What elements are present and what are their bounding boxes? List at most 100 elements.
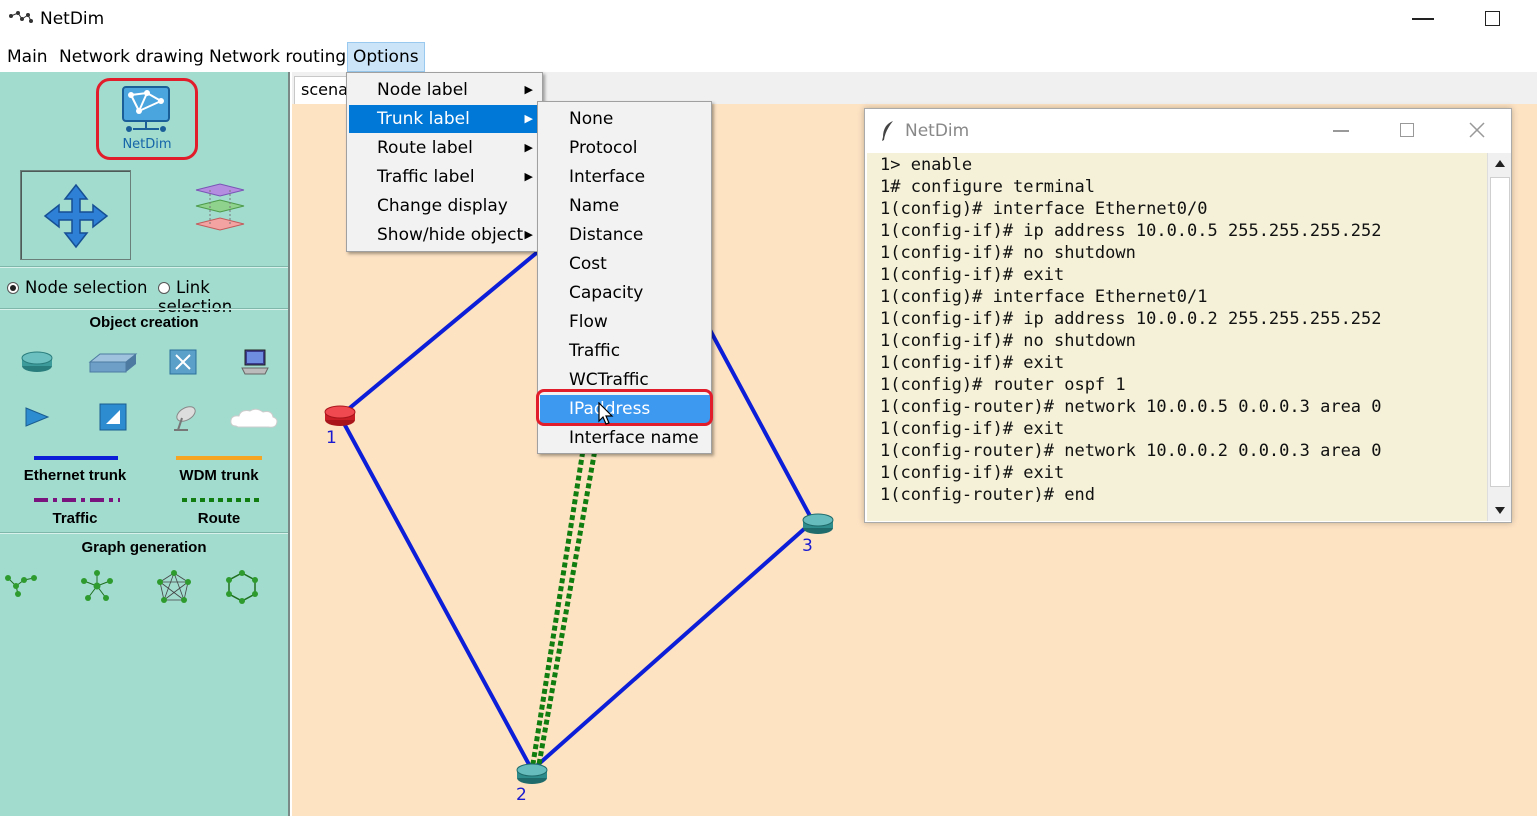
terminal-output[interactable]: 1> enable 1# configure terminal 1(config… bbox=[867, 153, 1487, 521]
trunk-label-cost[interactable]: Cost bbox=[540, 250, 710, 278]
router-node-2[interactable] bbox=[516, 763, 548, 784]
traffic-line[interactable] bbox=[34, 497, 120, 503]
menu-item-change-display[interactable]: Change display bbox=[349, 192, 541, 220]
separator bbox=[0, 532, 288, 534]
oxc-icon[interactable] bbox=[168, 348, 198, 376]
menu-network-routing[interactable]: Network routing bbox=[204, 42, 351, 72]
terminal-close-button[interactable] bbox=[1469, 122, 1485, 138]
menu-main[interactable]: Main bbox=[2, 42, 53, 72]
ethernet-trunk-line[interactable] bbox=[34, 456, 118, 460]
ethernet-trunk[interactable] bbox=[338, 248, 542, 418]
ring-graph-icon[interactable] bbox=[224, 570, 260, 604]
menu-options[interactable]: Options bbox=[347, 42, 425, 72]
terminal-line: 1(config-router)# end bbox=[880, 485, 1095, 505]
full-mesh-graph-icon[interactable] bbox=[156, 570, 192, 604]
star-graph-icon[interactable] bbox=[80, 570, 114, 602]
menu-item-route-label[interactable]: Route label ▶ bbox=[349, 134, 541, 162]
radio-link-label: Link selection bbox=[158, 278, 233, 316]
terminal-line: 1(config-if)# exit bbox=[880, 265, 1065, 285]
menu-network-drawing[interactable]: Network drawing bbox=[54, 42, 209, 72]
terminal-line: 1(config-if)# ip address 10.0.0.5 255.25… bbox=[880, 221, 1382, 241]
menu-item-text: Show/hide object bbox=[377, 225, 524, 245]
menu-item-show-hide-object[interactable]: Show/hide object ▶ bbox=[349, 221, 541, 249]
terminal-title-bar: NetDim bbox=[865, 109, 1511, 153]
menu-item-trunk-label[interactable]: Trunk label ▶ bbox=[349, 105, 541, 133]
netdim-app-icon bbox=[9, 11, 33, 23]
move-tool-button[interactable] bbox=[20, 170, 131, 260]
router-icon[interactable] bbox=[20, 350, 54, 374]
terminal-line: 1(config)# interface Ethernet0/1 bbox=[880, 287, 1208, 307]
trunk-label-flow[interactable]: Flow bbox=[540, 308, 710, 336]
tree-graph-icon[interactable] bbox=[4, 572, 38, 598]
terminal-minimize-button[interactable] bbox=[1333, 130, 1349, 132]
radio-dot-checked bbox=[7, 282, 19, 294]
left-toolbar-panel: NetDim Node selection Link selection Obj… bbox=[0, 72, 290, 816]
wdm-trunk-label: WDM trunk bbox=[179, 467, 259, 484]
terminal-window: NetDim 1> enable 1# configure terminal 1… bbox=[864, 108, 1512, 523]
trunk-label-traffic[interactable]: Traffic bbox=[540, 337, 710, 365]
ipaddress-highlight-outline bbox=[536, 389, 713, 426]
trunk-label-capacity[interactable]: Capacity bbox=[540, 279, 710, 307]
object-creation-title: Object creation bbox=[89, 314, 199, 331]
route-line[interactable] bbox=[182, 497, 262, 503]
node-label-1: 1 bbox=[326, 428, 337, 448]
menu-bar: Main Network drawing Network routing Opt… bbox=[0, 42, 1537, 72]
submenu-arrow-icon: ▶ bbox=[524, 228, 533, 241]
trunk-label-name[interactable]: Name bbox=[540, 192, 710, 220]
scroll-up-arrow-icon[interactable] bbox=[1494, 159, 1506, 169]
router-node-3[interactable] bbox=[802, 513, 834, 534]
menu-item-text: Trunk label bbox=[377, 109, 470, 129]
trunk-label-none[interactable]: None bbox=[540, 105, 710, 133]
ethernet-trunk-label: Ethernet trunk bbox=[23, 467, 127, 484]
scroll-down-arrow-icon[interactable] bbox=[1494, 505, 1506, 515]
node-label-3: 3 bbox=[802, 536, 813, 556]
menu-item-traffic-label[interactable]: Traffic label ▶ bbox=[349, 163, 541, 191]
netdim-logo-button[interactable]: NetDim bbox=[96, 78, 198, 160]
terminal-maximize-button[interactable] bbox=[1400, 123, 1414, 137]
terminal-title: NetDim bbox=[905, 121, 970, 141]
radio-node-label: Node selection bbox=[25, 278, 148, 297]
host-computer-icon[interactable] bbox=[240, 348, 270, 376]
switch-icon[interactable] bbox=[88, 352, 138, 374]
mouse-cursor-icon bbox=[598, 402, 614, 425]
antenna-icon[interactable] bbox=[22, 406, 50, 428]
terminal-line: 1(config-router)# network 10.0.0.2 0.0.0… bbox=[880, 441, 1382, 461]
terminal-line: 1(config)# interface Ethernet0/0 bbox=[880, 199, 1208, 219]
trunk-label-distance[interactable]: Distance bbox=[540, 221, 710, 249]
submenu-arrow-icon: ▶ bbox=[524, 83, 533, 96]
terminal-line: 1# configure terminal bbox=[880, 177, 1095, 197]
terminal-scrollbar[interactable] bbox=[1487, 153, 1511, 521]
ethernet-trunk[interactable] bbox=[338, 415, 534, 771]
network-logo-icon bbox=[122, 86, 170, 132]
regenerator-icon[interactable] bbox=[98, 402, 128, 432]
cloud-icon[interactable] bbox=[228, 406, 280, 432]
terminal-line: 1(config-if)# no shutdown bbox=[880, 331, 1136, 351]
trunk-label-interface[interactable]: Interface bbox=[540, 163, 710, 191]
separator bbox=[0, 266, 288, 268]
radio-node-selection[interactable]: Node selection bbox=[7, 278, 147, 298]
submenu-arrow-icon: ▶ bbox=[524, 170, 533, 183]
route-label: Route bbox=[197, 510, 241, 527]
minimize-button[interactable] bbox=[1412, 18, 1434, 20]
terminal-line: 1(config-if)# exit bbox=[880, 419, 1065, 439]
ethernet-trunk[interactable] bbox=[530, 520, 814, 772]
options-dropdown-menu: Node label ▶ Trunk label ▶ Route label ▶ Tr… bbox=[346, 72, 543, 252]
submenu-arrow-icon: ▶ bbox=[524, 112, 533, 125]
trunk-label-protocol[interactable]: Protocol bbox=[540, 134, 710, 162]
menu-item-node-label[interactable]: Node label ▶ bbox=[349, 76, 541, 104]
menu-item-text: Change display bbox=[377, 196, 508, 216]
node-label-2: 2 bbox=[516, 785, 527, 805]
radio-link-selection[interactable]: Link selection bbox=[158, 278, 288, 316]
feather-icon bbox=[882, 121, 893, 141]
maximize-button[interactable] bbox=[1485, 11, 1500, 26]
router-node-1[interactable] bbox=[324, 405, 356, 426]
wdm-trunk-line[interactable] bbox=[176, 456, 262, 460]
trunk-label-interface-name[interactable]: Interface name bbox=[540, 424, 710, 452]
title-bar: NetDim bbox=[0, 0, 1537, 40]
route-path[interactable] bbox=[529, 443, 587, 771]
satellite-dish-icon[interactable] bbox=[168, 402, 200, 434]
scroll-thumb[interactable] bbox=[1490, 177, 1510, 487]
ethernet-trunk[interactable] bbox=[708, 329, 812, 517]
menu-item-text: Route label bbox=[377, 138, 473, 158]
layers-3d-icon[interactable] bbox=[190, 182, 250, 242]
